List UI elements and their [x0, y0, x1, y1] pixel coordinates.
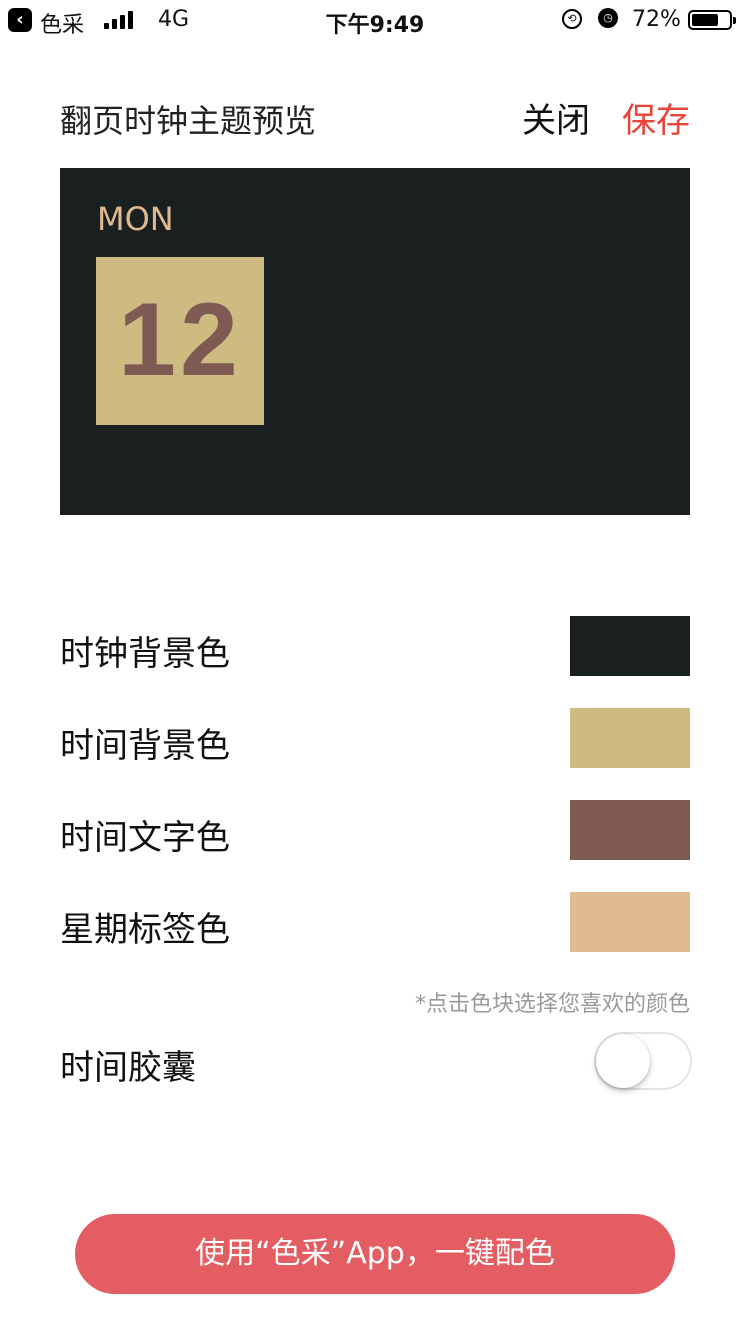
- hint-text: *点击色块选择您喜欢的颜色: [414, 992, 690, 1017]
- status-bar: ‹ 色采 4G 下午9:49 ⟲ ◷ 72%: [0, 0, 750, 40]
- color-row-label: 时间背景色: [60, 726, 230, 766]
- alarm-icon: ◷: [598, 8, 618, 28]
- battery-fill: [692, 14, 718, 26]
- time-bg-swatch[interactable]: [570, 708, 690, 768]
- color-row-label: 星期标签色: [60, 910, 230, 950]
- weekday-label: MON: [97, 200, 174, 238]
- page-title: 翻页时钟主题预览: [60, 102, 317, 140]
- battery-nub: [733, 17, 736, 24]
- use-app-button[interactable]: 使用“色采”App，一键配色: [75, 1214, 675, 1294]
- battery-percent: 72%: [632, 7, 681, 32]
- time-tile: 12: [96, 257, 264, 425]
- time-capsule-toggle[interactable]: [594, 1032, 692, 1090]
- color-row-label: 时间文字色: [60, 818, 230, 858]
- time-capsule-label: 时间胶囊: [60, 1048, 196, 1088]
- save-button[interactable]: 保存: [622, 93, 690, 142]
- close-button[interactable]: 关闭: [522, 93, 590, 142]
- battery-icon: [688, 10, 736, 30]
- color-row-clock-bg: 时钟背景色: [60, 616, 690, 676]
- time-digits: 12: [118, 282, 242, 398]
- flip-clock-preview: MON 12: [60, 168, 690, 515]
- color-row-label: 时钟背景色: [60, 634, 230, 674]
- clock-bg-swatch[interactable]: [570, 616, 690, 676]
- color-row-time-text: 时间文字色: [60, 800, 690, 860]
- color-row-weekday-label: 星期标签色: [60, 892, 690, 952]
- toggle-knob: [596, 1034, 650, 1088]
- weekday-label-swatch[interactable]: [570, 892, 690, 952]
- time-text-swatch[interactable]: [570, 800, 690, 860]
- color-row-time-bg: 时间背景色: [60, 708, 690, 768]
- rotation-lock-icon: ⟲: [562, 9, 582, 29]
